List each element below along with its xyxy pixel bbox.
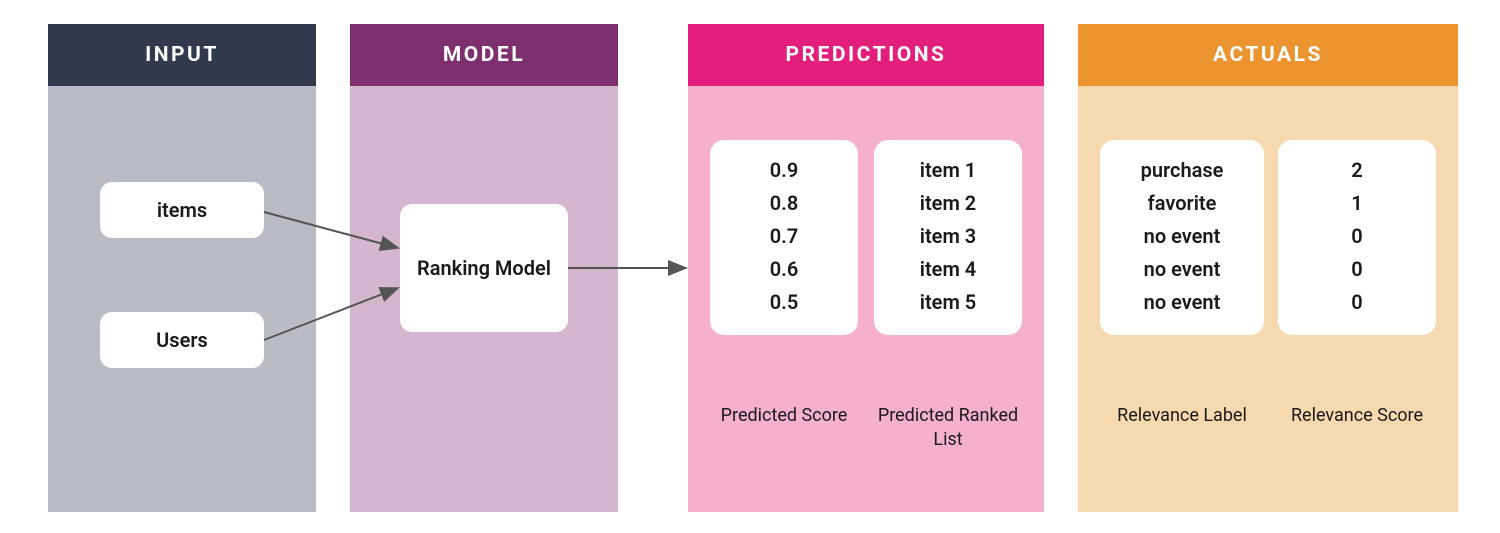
relevance-label-row: favorite [1148,193,1217,214]
predicted-score-row: 0.7 [770,226,799,247]
predicted-score-card: 0.9 0.8 0.7 0.6 0.5 [710,140,858,335]
relevance-label-card: purchase favorite no event no event no e… [1100,140,1264,335]
input-users-pill: Users [100,312,264,368]
predicted-score-caption: Predicted Score [710,404,858,428]
model-panel-body: Ranking Model [350,86,618,512]
predicted-item-row: item 1 [920,160,976,181]
predictions-panel-title: PREDICTIONS [688,24,1044,86]
actuals-panel-title: ACTUALS [1078,24,1458,86]
input-panel: INPUT items Users [48,24,316,512]
predicted-list-card: item 1 item 2 item 3 item 4 item 5 [874,140,1022,335]
relevance-label-row: no event [1144,226,1221,247]
diagram-stage: INPUT items Users MODEL Ranking Model PR… [0,0,1500,533]
relevance-label-row: no event [1144,259,1221,280]
predictions-panel: PREDICTIONS 0.9 0.8 0.7 0.6 0.5 item 1 i… [688,24,1044,512]
actuals-panel-body: purchase favorite no event no event no e… [1078,86,1458,512]
relevance-score-row: 0 [1351,292,1362,313]
relevance-label-row: purchase [1141,160,1224,181]
input-panel-title: INPUT [48,24,316,86]
model-panel-title: MODEL [350,24,618,86]
input-items-pill: items [100,182,264,238]
predicted-score-row: 0.6 [770,259,799,280]
relevance-label-caption: Relevance Label [1100,404,1264,428]
input-panel-body: items Users [48,86,316,512]
relevance-score-caption: Relevance Score [1278,404,1436,428]
predicted-item-row: item 3 [920,226,976,247]
relevance-score-row: 2 [1351,160,1362,181]
relevance-score-card: 2 1 0 0 0 [1278,140,1436,335]
ranking-model-block: Ranking Model [400,204,568,332]
predicted-score-row: 0.8 [770,193,799,214]
predicted-score-row: 0.9 [770,160,799,181]
predicted-score-row: 0.5 [770,292,799,313]
relevance-score-row: 0 [1351,226,1362,247]
relevance-score-row: 1 [1351,193,1362,214]
predicted-list-caption: Predicted Ranked List [874,404,1022,453]
predicted-item-row: item 2 [920,193,976,214]
predicted-item-row: item 5 [920,292,976,313]
model-panel: MODEL Ranking Model [350,24,618,512]
relevance-score-row: 0 [1351,259,1362,280]
actuals-panel: ACTUALS purchase favorite no event no ev… [1078,24,1458,512]
predictions-panel-body: 0.9 0.8 0.7 0.6 0.5 item 1 item 2 item 3… [688,86,1044,512]
predicted-item-row: item 4 [920,259,976,280]
relevance-label-row: no event [1144,292,1221,313]
